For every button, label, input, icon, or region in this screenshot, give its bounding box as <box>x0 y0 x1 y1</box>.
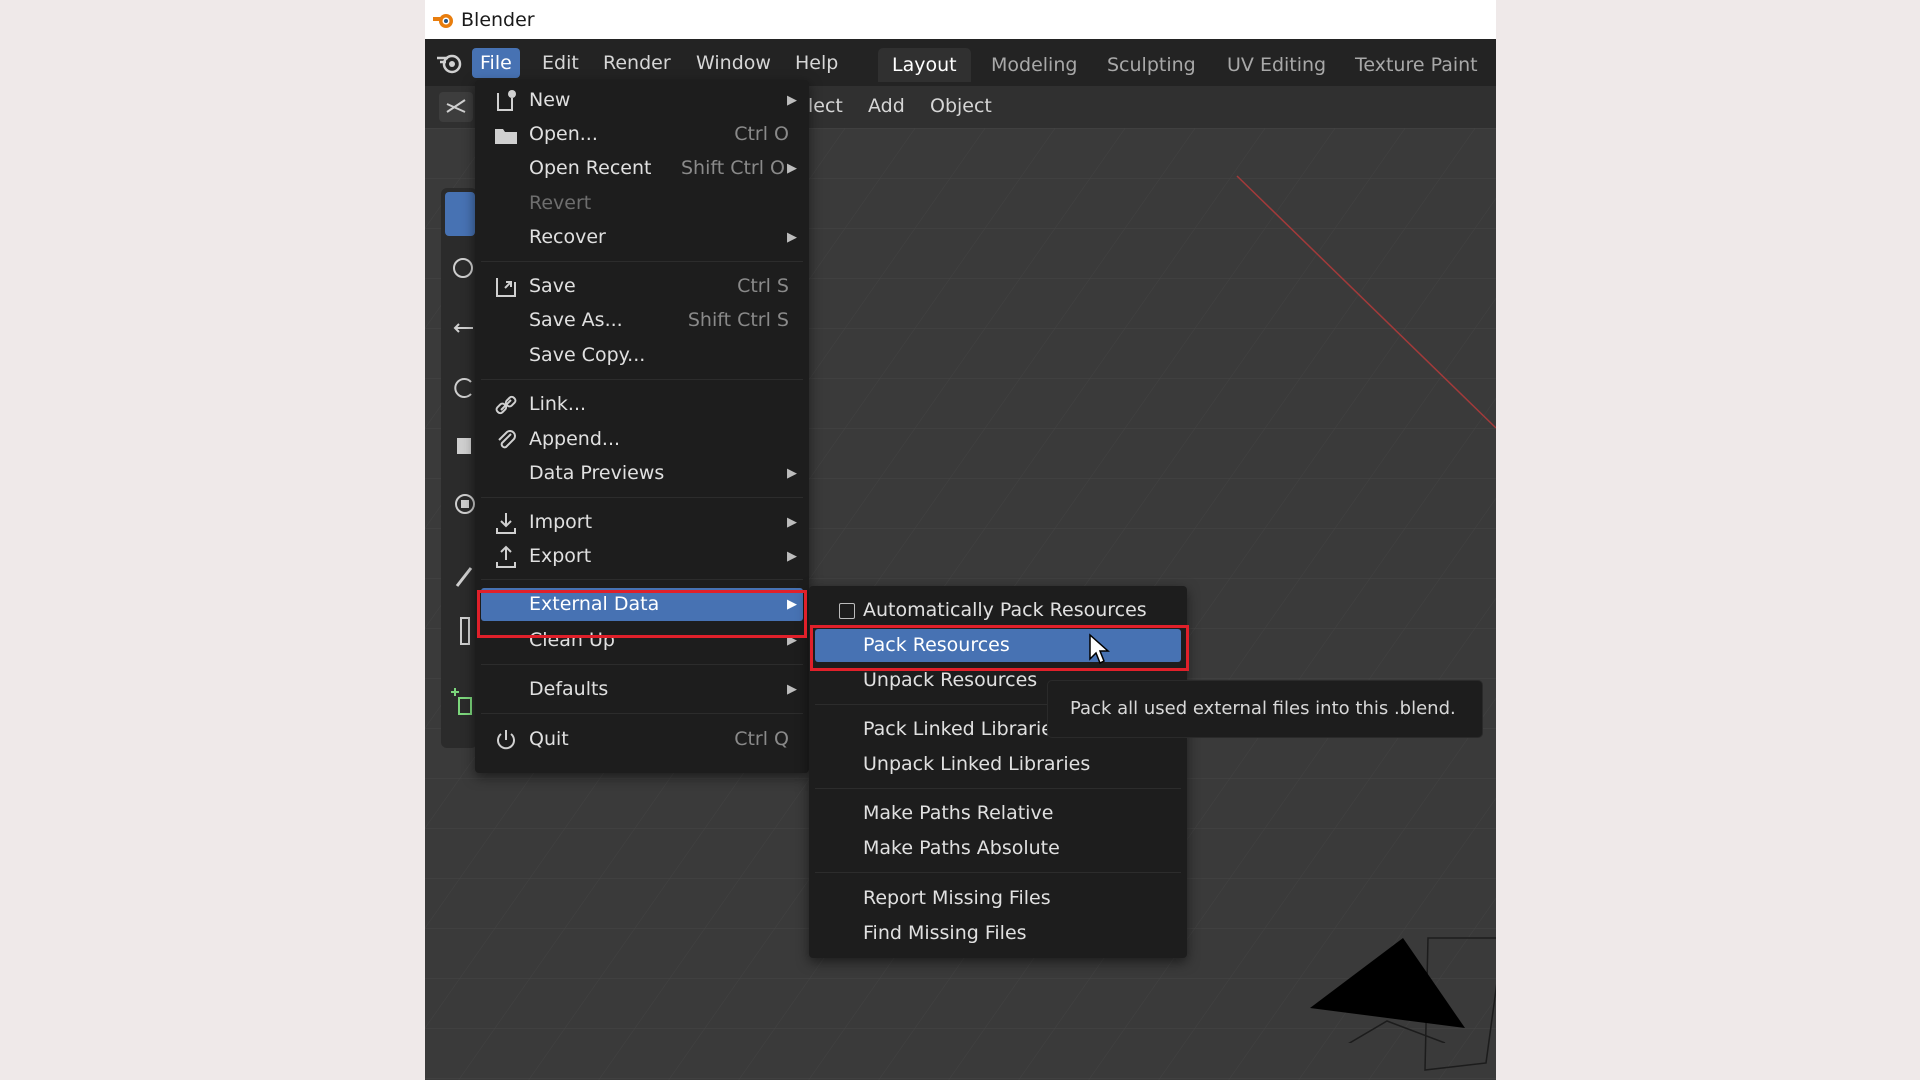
file-menu: New ▶ Open... Ctrl O Open Recent Shift Ctrl… <box>475 80 809 773</box>
select-box-tool[interactable] <box>445 192 475 236</box>
auto-pack-checkbox[interactable] <box>839 603 855 619</box>
menu-item-save[interactable]: Save Ctrl S <box>481 270 803 303</box>
menu-item-export[interactable]: Export ▶ <box>481 540 803 573</box>
menu-window[interactable]: Window <box>688 48 779 78</box>
menu-item-quit[interactable]: Quit Ctrl Q <box>481 723 803 756</box>
save-icon <box>496 278 516 297</box>
menu-item-auto-pack-resources[interactable]: Automatically Pack Resources <box>815 594 1181 627</box>
annotate-tool-icon[interactable] <box>445 554 475 598</box>
power-icon <box>497 730 515 750</box>
menu-item-defaults[interactable]: Defaults ▶ <box>481 673 803 706</box>
menu-select[interactable]: lect <box>808 95 843 117</box>
tab-uv-editing[interactable]: UV Editing <box>1213 48 1340 82</box>
scale-tool-icon[interactable] <box>445 424 475 468</box>
add-cube-tool-icon[interactable] <box>445 678 475 722</box>
menu-item-revert: Revert <box>529 192 592 214</box>
menu-item-new[interactable]: New ▶ <box>481 84 803 117</box>
editor-type-icon[interactable] <box>439 92 473 122</box>
title-bar: Blender <box>425 0 1496 39</box>
menu-item-make-paths-relative[interactable]: Make Paths Relative <box>815 797 1181 830</box>
menu-item-save-copy[interactable]: Save Copy... <box>481 339 803 372</box>
submenu-arrow-icon: ▶ <box>787 93 797 108</box>
paperclip-icon <box>498 430 516 449</box>
camera-object[interactable] <box>1305 933 1485 1043</box>
blender-menu-icon[interactable] <box>433 47 467 79</box>
window-title: Blender <box>461 8 535 31</box>
transform-tool-icon[interactable] <box>445 482 475 526</box>
new-file-icon <box>497 90 516 111</box>
menu-help[interactable]: Help <box>787 48 846 78</box>
menu-render[interactable]: Render <box>595 48 679 78</box>
menu-item-report-missing-files[interactable]: Report Missing Files <box>815 882 1181 915</box>
tooltip: Pack all used external files into this .… <box>1047 680 1483 738</box>
tab-sculpting[interactable]: Sculpting <box>1093 48 1210 82</box>
menu-item-unpack-linked-libraries[interactable]: Unpack Linked Libraries <box>815 748 1181 781</box>
menu-item-clean-up[interactable]: Clean Up ▶ <box>481 624 803 657</box>
menu-edit[interactable]: Edit <box>534 48 587 78</box>
measure-tool-icon[interactable] <box>445 608 475 652</box>
move-tool-icon[interactable] <box>445 306 475 350</box>
menu-item-make-paths-absolute[interactable]: Make Paths Absolute <box>815 832 1181 865</box>
tab-layout[interactable]: Layout <box>878 48 971 82</box>
menu-item-data-previews[interactable]: Data Previews ▶ <box>481 457 803 490</box>
menu-item-link[interactable]: Link... <box>481 388 803 421</box>
rotate-tool-icon[interactable] <box>445 366 475 410</box>
top-bar: File Edit Render Window Help Layout Mode… <box>425 39 1496 86</box>
cursor-tool-icon[interactable] <box>445 246 475 290</box>
menu-item-find-missing-files[interactable]: Find Missing Files <box>815 917 1181 950</box>
menu-item-external-data[interactable]: External Data ▶ <box>481 588 803 621</box>
tool-shelf <box>441 188 477 748</box>
menu-item-append[interactable]: Append... <box>481 423 803 456</box>
menu-object[interactable]: Object <box>930 95 992 117</box>
blender-window: Blender File Edit Render Window Help Lay… <box>425 0 1496 1080</box>
menu-item-recover[interactable]: Recover ▶ <box>481 221 803 254</box>
export-icon <box>496 545 516 568</box>
tooltip-text: Pack all used external files into this .… <box>1070 698 1456 719</box>
external-data-submenu: Automatically Pack Resources Pack Resour… <box>809 586 1187 958</box>
link-icon <box>495 395 517 415</box>
folder-icon <box>495 129 517 144</box>
tab-texture-paint[interactable]: Texture Paint <box>1341 48 1492 82</box>
menu-file[interactable]: File <box>472 48 520 78</box>
tab-modeling[interactable]: Modeling <box>977 48 1091 82</box>
import-icon <box>496 513 516 534</box>
menu-item-open[interactable]: Open... Ctrl O <box>481 118 803 151</box>
menu-item-pack-resources[interactable]: Pack Resources <box>815 629 1181 662</box>
mouse-cursor-icon <box>1089 633 1110 665</box>
menu-item-import[interactable]: Import ▶ <box>481 506 803 539</box>
menu-add[interactable]: Add <box>868 95 905 117</box>
blender-logo-icon <box>433 13 453 28</box>
menu-item-save-as[interactable]: Save As... Shift Ctrl S <box>481 304 803 337</box>
menu-item-open-recent[interactable]: Open Recent Shift Ctrl O ▶ <box>481 152 803 185</box>
